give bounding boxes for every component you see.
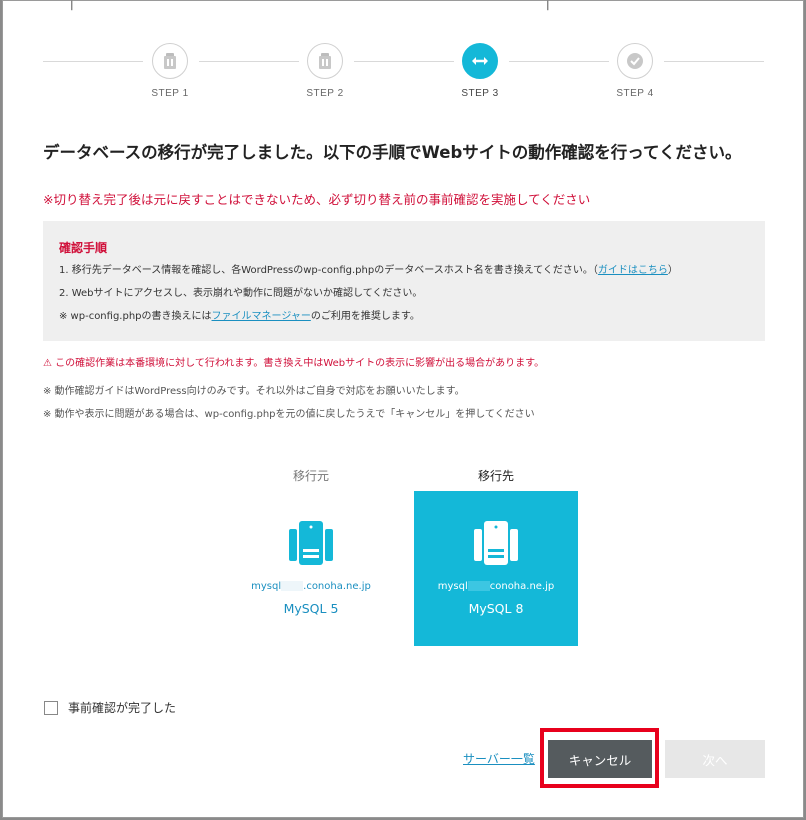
irreversible-warning: ※切り替え完了後は元に戻すことはできないため、必ず切り替え前の事前確認を実施して… [43,192,591,207]
dest-db-card: mysql conoha.ne.jp MySQL 8 [414,491,578,646]
document-icon [319,53,331,69]
step-connector [664,61,764,62]
source-host-prefix: mysql [251,581,282,592]
procedure-note: ※ wp-config.phpの書き換えにはファイルマネージャーのご利用を推奨し… [59,310,749,333]
step-1-indicator [152,43,188,79]
source-host-suffix: .conoha.ne.jp [303,581,371,592]
redacted-mask [281,581,304,591]
procedure-step-1: 1. 移行先データベース情報を確認し、各WordPressのwp-config.… [59,264,749,287]
procedure-step-1-text: 1. 移行先データベース情報を確認し、各WordPressのwp-config.… [59,265,598,276]
step-connector [199,61,299,62]
dest-db-version: MySQL 8 [468,601,524,616]
procedure-title: 確認手順 [59,241,108,255]
source-db-label: 移行元 [292,469,329,483]
migration-dialog: ┃ ┃ STEP 1 STEP 2 STEP 3 STEP 4 データベースの移… [2,0,804,818]
file-manager-link[interactable]: ファイルマネージャー [212,311,311,322]
guide-scope-note: ※ 動作確認ガイドはWordPress向けのみです。それ以外はご自身で対応をお願… [43,386,465,397]
next-button[interactable]: 次へ [665,740,765,778]
step-1-label: STEP 1 [151,88,189,99]
step-2-indicator [307,43,343,79]
step-connector [509,61,609,62]
server-icon [289,521,333,565]
rollback-note: ※ 動作や表示に問題がある場合は、wp-config.phpを元の値に戻したうえ… [43,409,535,420]
precheck-checkbox-label[interactable]: 事前確認が完了した [68,699,176,716]
swap-arrows-icon [472,57,488,65]
step-4-label: STEP 4 [616,88,654,99]
dest-db-label: 移行先 [477,469,514,483]
source-db-version: MySQL 5 [283,601,339,616]
step-connector [354,61,454,62]
procedure-box: 確認手順 1. 移行先データベース情報を確認し、各WordPressのwp-co… [43,221,765,341]
background-cell-edge: ┃ [69,1,75,11]
dest-db-host: mysql conoha.ne.jp [414,581,578,592]
server-list-link[interactable]: サーバー一覧 [463,750,535,767]
redacted-mask [467,581,490,591]
cancel-button[interactable]: キャンセル [548,740,652,778]
check-icon [627,53,643,69]
dest-host-prefix: mysql [437,581,468,592]
dest-host-suffix: conoha.ne.jp [489,581,555,592]
step-4-indicator [617,43,653,79]
step-3-label: STEP 3 [461,88,499,99]
procedure-step-2: 2. Webサイトにアクセスし、表示崩れや動作に問題がないか確認してください。 [59,288,423,299]
step-3-indicator [462,43,498,79]
document-icon [164,53,176,69]
production-caution: ⚠ この確認作業は本番環境に対して行われます。書き換え中はWebサイトの表示に影… [43,358,545,369]
server-icon [474,521,518,565]
step-2-label: STEP 2 [306,88,344,99]
background-cell-edge: ┃ [545,1,551,11]
procedure-note-end: のご利用を推奨します。 [310,311,420,322]
precheck-checkbox[interactable] [44,700,58,715]
procedure-step-1-end: ） [667,265,678,276]
stepper: STEP 1 STEP 2 STEP 3 STEP 4 [3,41,805,111]
source-db-card: mysql .conoha.ne.jp MySQL 5 [229,491,393,646]
guide-link[interactable]: ガイドはこちら [598,265,668,276]
step-connector [43,61,143,62]
precheck-checkbox-row[interactable]: 事前確認が完了した [44,699,176,716]
page-title: データベースの移行が完了しました。以下の手順でWebサイトの動作確認を行ってくだ… [43,143,742,162]
procedure-note-text: ※ wp-config.phpの書き換えには [59,311,212,322]
source-db-host: mysql .conoha.ne.jp [229,581,393,592]
